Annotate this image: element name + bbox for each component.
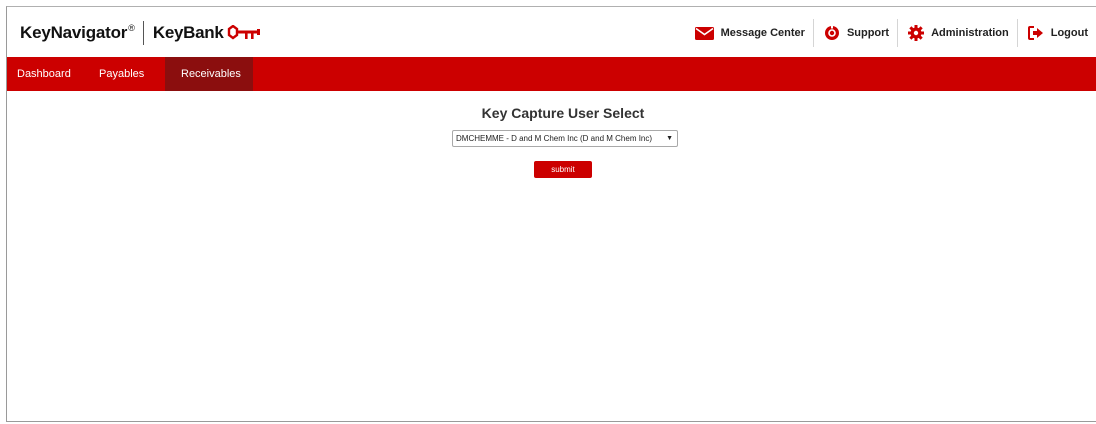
support-label: Support xyxy=(846,27,890,39)
main-content: Key Capture User Select DMCHEMME - D and… xyxy=(7,91,1096,411)
key-logo-icon xyxy=(227,24,263,41)
logout-label: Logout xyxy=(1050,27,1088,39)
dropdown-arrow-icon: ▼ xyxy=(666,135,673,142)
message-center-link[interactable]: Message Center xyxy=(685,18,813,48)
main-nav: Dashboard Payables Receivables xyxy=(7,57,1096,91)
tab-payables[interactable]: Payables xyxy=(89,57,165,91)
user-select[interactable]: DMCHEMME - D and M Chem Inc (D and M Che… xyxy=(452,130,678,147)
page-title: Key Capture User Select xyxy=(481,105,645,121)
logout-link[interactable]: Logout xyxy=(1018,18,1096,48)
support-link[interactable]: Support xyxy=(814,18,897,48)
administration-label: Administration xyxy=(931,27,1009,39)
brand-keynavigator: KeyNavigator xyxy=(20,23,128,42)
brand-divider xyxy=(142,21,144,45)
brand-logo[interactable]: KeyNavigator ® KeyBank xyxy=(20,20,263,46)
tab-receivables[interactable]: Receivables xyxy=(165,57,253,91)
app-window: KeyNavigator ® KeyBank Message Center Su… xyxy=(6,6,1096,422)
logout-icon xyxy=(1027,26,1044,40)
header: KeyNavigator ® KeyBank Message Center Su… xyxy=(7,7,1096,57)
envelope-icon xyxy=(694,26,714,40)
submit-button[interactable]: submit xyxy=(534,161,592,178)
user-select-value: DMCHEMME - D and M Chem Inc (D and M Che… xyxy=(456,134,653,143)
message-center-label: Message Center xyxy=(720,27,805,39)
registered-mark: ® xyxy=(128,23,135,33)
administration-link[interactable]: Administration xyxy=(898,18,1017,48)
gear-icon xyxy=(908,25,925,41)
lifebuoy-icon xyxy=(824,25,840,41)
top-actions: Message Center Support Administration Lo… xyxy=(685,18,1096,48)
brand-keybank: KeyBank xyxy=(152,23,224,42)
tab-dashboard[interactable]: Dashboard xyxy=(7,57,89,91)
